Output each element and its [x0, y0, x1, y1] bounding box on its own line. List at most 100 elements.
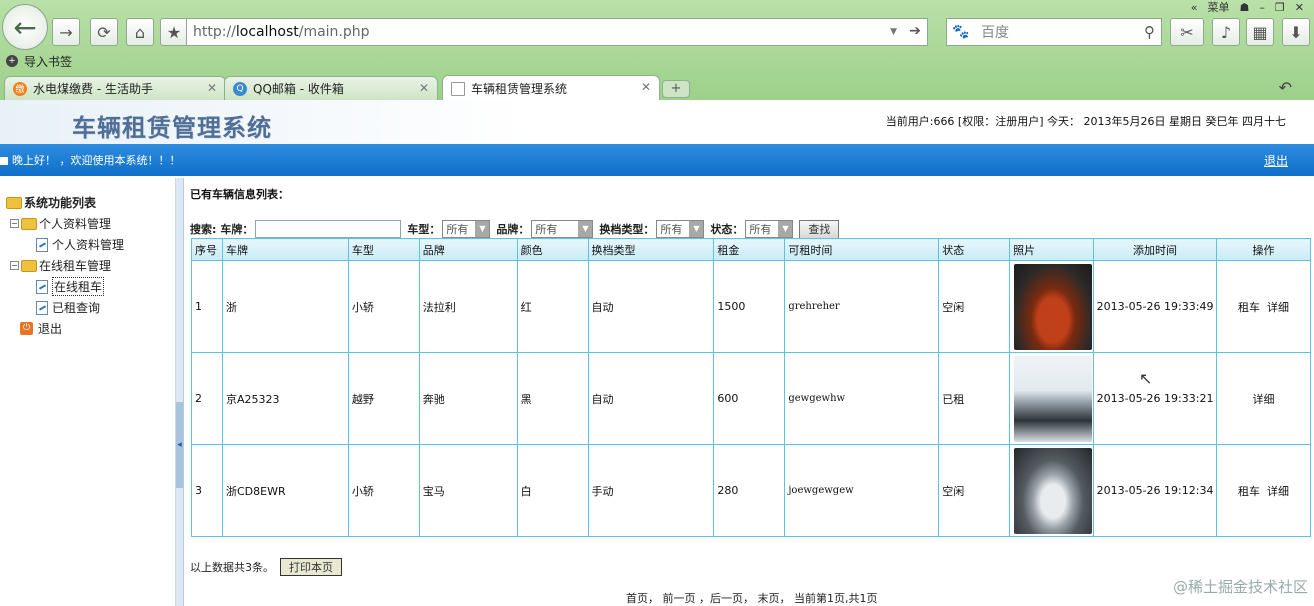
car-photo[interactable]	[1014, 263, 1093, 350]
chevron-down-icon: ▼	[689, 221, 704, 237]
tree-item-label: 个人资料管理	[52, 238, 125, 252]
close-window-icon[interactable]: ✕	[1295, 1, 1304, 14]
detail-link[interactable]: 详细	[1267, 485, 1289, 498]
col-header: 状态	[938, 238, 1011, 261]
favorite-button[interactable]: ★	[160, 18, 188, 46]
close-icon[interactable]: ✕	[207, 81, 217, 95]
col-header: 品牌	[418, 238, 518, 261]
system-title: 车辆租赁管理系统	[72, 113, 272, 142]
detail-link[interactable]: 详细	[1252, 393, 1274, 406]
import-icon: +	[6, 55, 18, 67]
status-select[interactable]: 所有 ▼	[745, 220, 794, 238]
cell-added: 2013-05-26 19:33:21	[1093, 352, 1217, 445]
brand-select[interactable]: 所有 ▼	[531, 220, 594, 238]
new-tab-button[interactable]: +	[662, 80, 690, 98]
tree-item-rent-online[interactable]: 在线租车	[6, 276, 124, 297]
restore-icon[interactable]: ❐	[1275, 1, 1285, 14]
col-header: 操作	[1215, 238, 1312, 261]
col-header: 换档类型	[587, 238, 715, 261]
menu-button[interactable]: 菜单	[1208, 0, 1230, 15]
search-box[interactable]: 🐾 百度 ⚲	[946, 18, 1162, 46]
go-arrow-icon[interactable]: ➔	[909, 23, 921, 39]
cell-photo	[1009, 352, 1095, 445]
import-bookmarks-link[interactable]: 导入书签	[24, 53, 72, 70]
undo-close-icon[interactable]: ↶	[1279, 78, 1292, 97]
cell-no: 3	[191, 444, 223, 537]
tree-item-rented-query[interactable]: 已租查询	[6, 297, 124, 318]
refresh-button[interactable]: ⟳	[90, 18, 118, 46]
chevron-down-icon: ▼	[778, 221, 793, 237]
collapse-icon[interactable]: −	[10, 261, 19, 270]
brand-select-value: 所有	[535, 223, 558, 236]
page-header: 车辆租赁管理系统 当前用户:666 [权限：注册用户] 今天： 2013年5月2…	[0, 100, 1314, 144]
screenshot-button[interactable]: ✂	[1170, 18, 1204, 46]
cell-actions: 租车 详细	[1215, 444, 1312, 537]
type-select[interactable]: 所有 ▼	[442, 220, 491, 238]
col-header: 车型	[347, 238, 420, 261]
home-button[interactable]: ⌂	[126, 18, 154, 46]
tab-rental-system[interactable]: 车辆租赁管理系统 ✕	[442, 75, 660, 101]
tab-utility[interactable]: 缴 水电煤缴费 - 生活助手 ✕	[4, 76, 226, 100]
detail-link[interactable]: 详细	[1267, 301, 1289, 314]
cell-photo	[1009, 260, 1095, 353]
download-button[interactable]: ⬇	[1282, 18, 1310, 46]
cell-no: 2	[191, 352, 223, 445]
web-page: 车辆租赁管理系统 当前用户:666 [权限：注册用户] 今天： 2013年5月2…	[0, 100, 1314, 606]
tab-qqmail[interactable]: Q QQ邮箱 - 收件箱 ✕	[224, 76, 438, 100]
tab-label: 车辆租赁管理系统	[471, 82, 568, 96]
refresh-icon: ⟳	[97, 22, 111, 42]
find-button[interactable]: 查找	[799, 219, 840, 239]
chevron-left-icon[interactable]: «	[1191, 1, 1198, 14]
print-button[interactable]: 打印本页	[280, 558, 342, 576]
total-text: 以上数据共3条。	[190, 561, 274, 574]
car-photo[interactable]	[1014, 355, 1093, 442]
minimize-icon[interactable]: –	[1259, 1, 1265, 14]
back-button[interactable]: ←	[2, 4, 48, 50]
page-icon	[451, 81, 465, 96]
tree-item-profile[interactable]: 个人资料管理	[6, 234, 124, 255]
cell-actions: 租车 详细	[1215, 260, 1312, 353]
folder-icon	[21, 217, 37, 230]
url-dropdown-icon[interactable]: ▼	[890, 27, 897, 37]
cell-color: 黑	[516, 352, 589, 445]
search-engine-icon[interactable]: 🐾	[947, 24, 975, 40]
cell-plate: 京A25323	[221, 352, 349, 445]
tree-group-rental[interactable]: − 在线租车管理	[6, 255, 124, 276]
cell-rent: 1500	[713, 260, 786, 353]
sidebar-splitter[interactable]: ◂	[176, 178, 184, 606]
car-photo[interactable]	[1014, 447, 1093, 534]
gear-select[interactable]: 所有 ▼	[656, 220, 705, 238]
col-header: 可租时间	[784, 238, 940, 261]
tree-group-profile[interactable]: − 个人资料管理	[6, 213, 124, 234]
forward-button[interactable]: →	[52, 18, 80, 46]
logout-link[interactable]: 退出	[1264, 152, 1288, 169]
col-header: 颜色	[516, 238, 589, 261]
utility-icon: 缴	[13, 81, 27, 96]
tree-item-label: 退出	[38, 322, 63, 336]
skin-icon[interactable]: ☗	[1240, 1, 1250, 14]
greeting: 晚上好！ ，欢迎使用本系统！！！	[0, 152, 181, 168]
close-icon[interactable]: ✕	[419, 81, 429, 95]
tree-item-exit[interactable]: ⏻ 退出	[6, 318, 124, 339]
close-icon[interactable]: ✕	[641, 80, 651, 94]
gear-select-value: 所有	[660, 223, 683, 236]
collapse-arrow-icon[interactable]: ◂	[176, 402, 183, 488]
type-label: 车型：	[407, 223, 441, 236]
tree-root[interactable]: 系统功能列表	[6, 192, 124, 213]
cell-rentable: joewgewgew	[784, 444, 940, 537]
rent-link[interactable]: 租车	[1238, 485, 1260, 498]
pagination[interactable]: 首页， 前一页 ，后一页， 末页， 当前第1页,共1页	[626, 590, 877, 606]
search-icon[interactable]: ⚲	[1144, 23, 1155, 41]
address-bar[interactable]: http://localhost/main.php ▼ ➔	[186, 18, 928, 46]
bookmark-bar: + 导入书签	[0, 52, 1314, 70]
sound-button[interactable]: ♪	[1212, 18, 1240, 46]
plate-input[interactable]	[255, 220, 402, 238]
rent-link[interactable]: 租车	[1238, 301, 1260, 314]
sidebar: 系统功能列表 − 个人资料管理 个人资料管理 − 在线租车管理 在线租车 已租查…	[0, 178, 176, 606]
table-row: 1 浙 小轿 法拉利 红 自动 1500 grehreher 空闲 2013-0…	[191, 260, 1312, 353]
tools-button[interactable]: ▦	[1246, 18, 1274, 46]
url-host: localhost	[235, 24, 299, 40]
cell-rent: 280	[713, 444, 786, 537]
collapse-icon[interactable]: −	[10, 219, 19, 228]
type-select-value: 所有	[446, 223, 469, 236]
